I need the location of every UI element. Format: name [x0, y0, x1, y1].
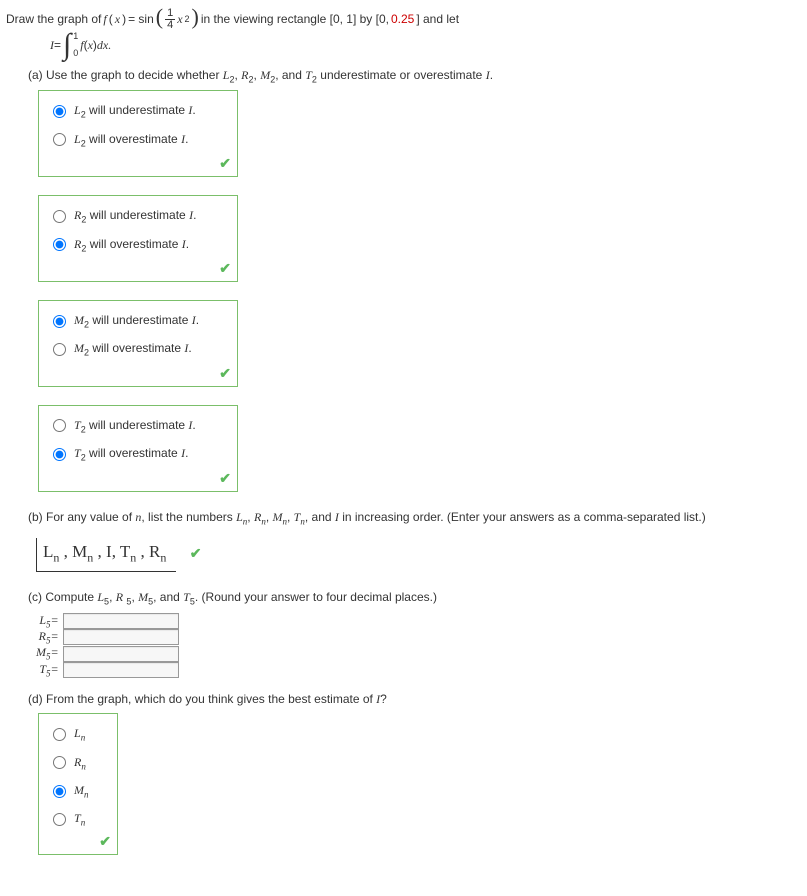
radio-group-R2: R2 will underestimate I. R2 will overest…: [38, 195, 238, 282]
part-c-prompt: (c) Compute L5, R 5, M5, and T5. (Round …: [28, 590, 801, 606]
input-T5[interactable]: [63, 662, 179, 678]
radio-T2-under[interactable]: [53, 419, 66, 432]
input-M5[interactable]: [63, 646, 179, 662]
fx: f: [103, 12, 106, 27]
input-R5[interactable]: [63, 629, 179, 645]
radio-M2-over[interactable]: [53, 343, 66, 356]
radio-group-L2: L2 will underestimate I. L2 will overest…: [38, 90, 238, 177]
question-header: Draw the graph of f(x) = sin(14x2) in th…: [6, 6, 801, 32]
radio-group-T2: T2 will underestimate I. T2 will overest…: [38, 405, 238, 492]
part-b-prompt: (b) For any value of n, list the numbers…: [28, 510, 801, 526]
check-icon: ✔: [219, 260, 231, 277]
table-row: L5=: [34, 613, 181, 629]
radio-group-M2: M2 will underestimate I. M2 will overest…: [38, 300, 238, 387]
radio-label: Mn: [74, 783, 89, 799]
check-icon: ✔: [219, 365, 231, 382]
radio-label: Rn: [74, 755, 86, 771]
radio-label: L2 will underestimate I.: [74, 103, 196, 119]
check-icon: ✔: [190, 545, 202, 561]
part-a-prompt: (a) Use the graph to decide whether L2, …: [28, 68, 801, 84]
part-d-prompt: (d) From the graph, which do you think g…: [28, 692, 801, 707]
input-L5[interactable]: [63, 613, 179, 629]
table-row: T5=: [34, 662, 181, 678]
radio-L2-over[interactable]: [53, 133, 66, 146]
compute-table: L5= R5= M5= T5=: [34, 613, 181, 679]
check-icon: ✔: [219, 155, 231, 172]
radio-R2-under[interactable]: [53, 210, 66, 223]
red-value: 0.25: [391, 12, 414, 26]
radio-L2-under[interactable]: [53, 105, 66, 118]
radio-label: T2 will overestimate I.: [74, 446, 188, 462]
radio-label: T2 will underestimate I.: [74, 418, 196, 434]
radio-d-Tn[interactable]: [53, 813, 66, 826]
radio-label: R2 will underestimate I.: [74, 208, 196, 224]
check-icon: ✔: [99, 833, 111, 850]
radio-d-Rn[interactable]: [53, 756, 66, 769]
radio-label: R2 will overestimate I.: [74, 237, 189, 253]
check-icon: ✔: [219, 470, 231, 487]
radio-R2-over[interactable]: [53, 238, 66, 251]
radio-label: M2 will overestimate I.: [74, 341, 192, 357]
radio-group-best-estimate: Ln Rn Mn Tn ✔: [38, 713, 118, 855]
radio-M2-under[interactable]: [53, 315, 66, 328]
radio-label: L2 will overestimate I.: [74, 132, 188, 148]
radio-label: Ln: [74, 726, 85, 742]
radio-T2-over[interactable]: [53, 448, 66, 461]
table-row: M5=: [34, 645, 181, 661]
table-row: R5=: [34, 629, 181, 645]
radio-d-Ln[interactable]: [53, 728, 66, 741]
answer-b-container: Ln , Mn , I, Tn , Rn ✔: [6, 532, 801, 576]
integral-def: I = ∫ 10 f(x) dx.: [50, 36, 801, 54]
radio-label: Tn: [74, 811, 85, 827]
radio-d-Mn[interactable]: [53, 785, 66, 798]
radio-label: M2 will underestimate I.: [74, 313, 199, 329]
answer-b-box[interactable]: Ln , Mn , I, Tn , Rn: [36, 538, 176, 572]
